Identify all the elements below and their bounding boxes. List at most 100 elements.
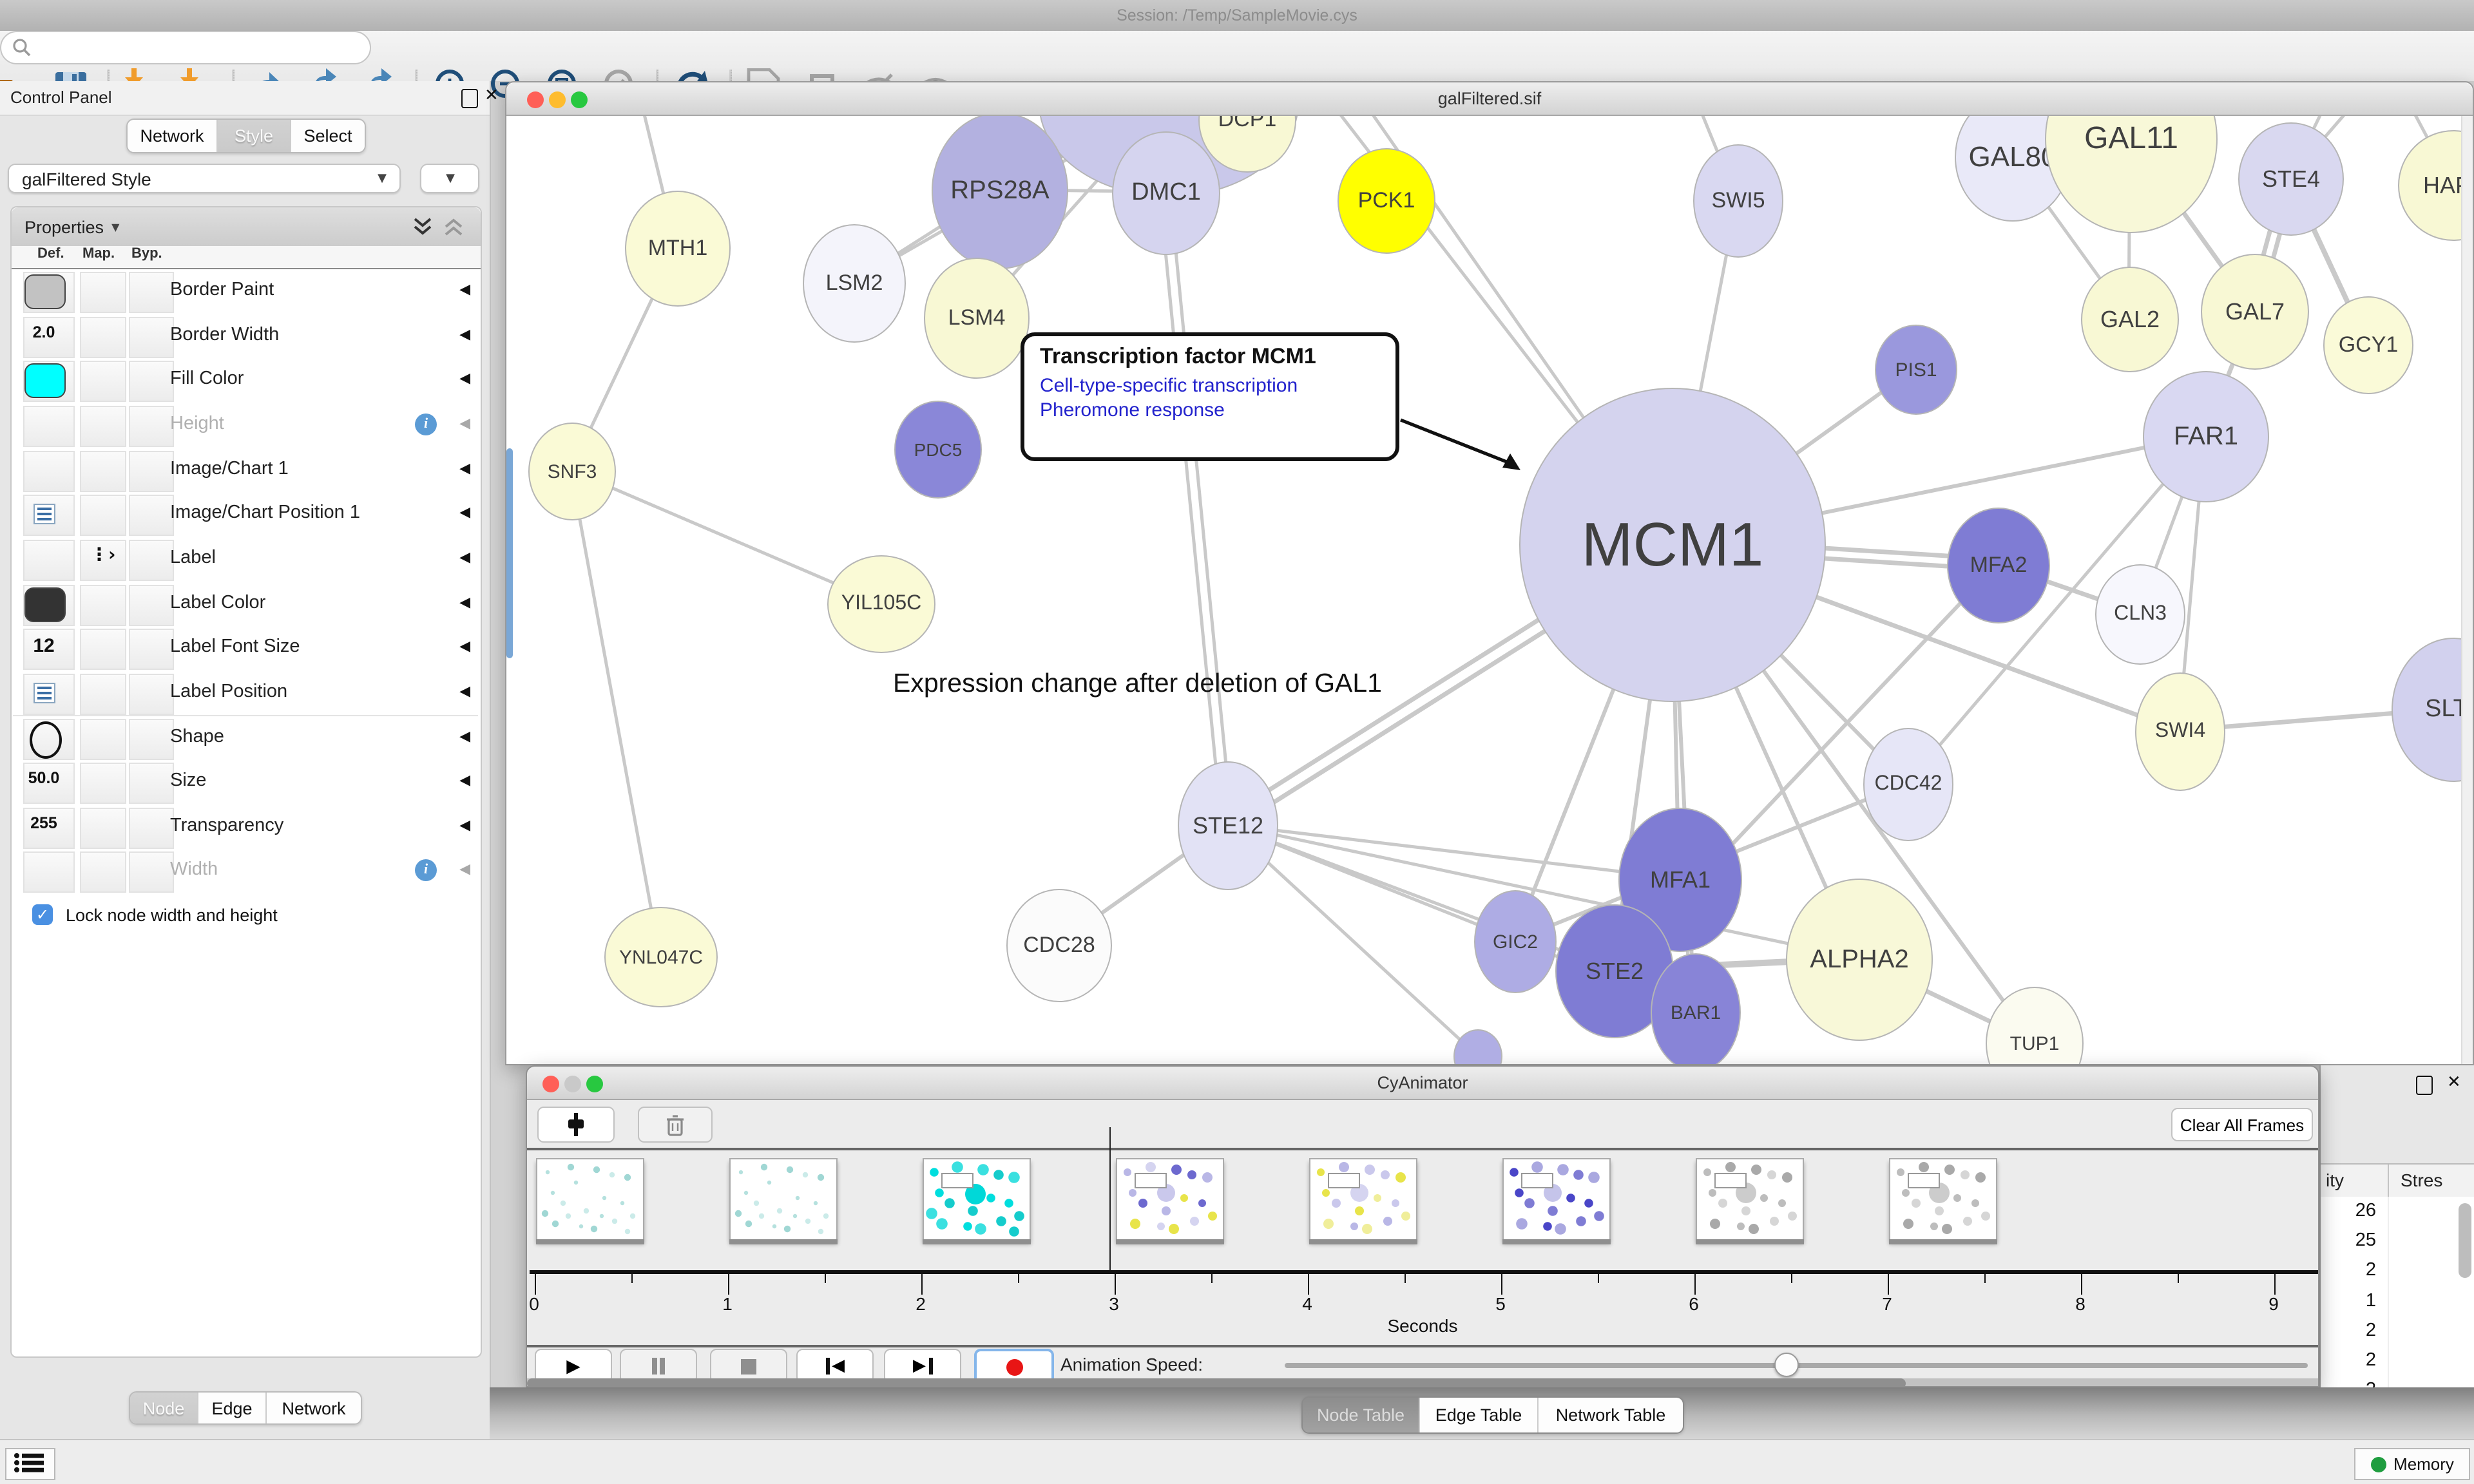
tab-style[interactable]: Style — [218, 120, 291, 152]
tab-edge-table[interactable]: Edge Table — [1420, 1398, 1539, 1432]
position-icon[interactable] — [34, 504, 55, 525]
network-node-SNF3[interactable]: SNF3 — [528, 423, 616, 520]
clear-all-frames-button[interactable]: Clear All Frames — [2171, 1108, 2313, 1141]
network-node-PCK1[interactable]: PCK1 — [1338, 148, 1435, 254]
bypass-cell[interactable] — [129, 272, 174, 313]
mapping-cell[interactable] — [80, 495, 126, 537]
bypass-cell[interactable] — [129, 361, 174, 403]
lock-checkbox[interactable]: ✓ — [32, 904, 53, 925]
network-node-MFA2[interactable]: MFA2 — [1947, 508, 2050, 623]
expand-property-icon[interactable]: ◀ — [459, 861, 470, 878]
expand-property-icon[interactable]: ◀ — [459, 281, 470, 298]
annotation-box[interactable]: Transcription factor MCM1 Cell-type-spec… — [1021, 332, 1399, 461]
bypass-cell[interactable] — [129, 763, 174, 804]
network-node-GIC2[interactable]: GIC2 — [1474, 890, 1557, 993]
tab-network-bottom[interactable]: Network — [267, 1393, 361, 1423]
network-node-YIL105C[interactable]: YIL105C — [827, 555, 935, 653]
tab-node-table[interactable]: Node Table — [1303, 1398, 1420, 1432]
table-scrollbar-thumb[interactable] — [2459, 1203, 2471, 1278]
zoom-traffic-light[interactable] — [571, 91, 588, 108]
expand-property-icon[interactable]: ◀ — [459, 772, 470, 788]
expand-property-icon[interactable]: ◀ — [459, 459, 470, 476]
animation-speed-slider-thumb[interactable] — [1774, 1353, 1799, 1377]
expand-property-icon[interactable]: ◀ — [459, 727, 470, 744]
timeline-playhead[interactable] — [1109, 1127, 1111, 1270]
network-node-RPS28A[interactable]: RPS28A — [932, 112, 1068, 269]
expand-property-icon[interactable]: ◀ — [459, 638, 470, 654]
bypass-cell[interactable] — [129, 316, 174, 357]
tab-network-table[interactable]: Network Table — [1539, 1398, 1683, 1432]
default-value[interactable]: 2.0 — [13, 323, 75, 341]
network-node-CDC42[interactable]: CDC42 — [1863, 728, 1953, 841]
network-node-SWI5[interactable]: SWI5 — [1693, 144, 1783, 258]
expand-property-icon[interactable]: ◀ — [459, 415, 470, 432]
tab-node[interactable]: Node — [130, 1393, 198, 1423]
float-window-icon[interactable] — [2416, 1076, 2433, 1095]
bypass-cell[interactable] — [129, 629, 174, 670]
memory-button[interactable]: Memory — [2354, 1448, 2470, 1480]
bypass-cell[interactable] — [129, 718, 174, 759]
network-node-STE4[interactable]: STE4 — [2238, 122, 2344, 236]
bypass-cell[interactable] — [129, 450, 174, 491]
network-node-ALPHA2[interactable]: ALPHA2 — [1786, 879, 1933, 1041]
search-input[interactable] — [0, 31, 371, 64]
frame-thumbnail-6[interactable] — [1502, 1158, 1610, 1241]
mapping-cell[interactable] — [80, 718, 126, 759]
frame-thumbnail-7[interactable] — [1695, 1158, 1803, 1241]
network-node-PDC5[interactable]: PDC5 — [894, 401, 982, 499]
cyanimator-titlebar[interactable]: CyAnimator — [527, 1067, 2318, 1100]
network-window-titlebar[interactable]: galFiltered.sif — [506, 82, 2473, 116]
expand-property-icon[interactable]: ◀ — [459, 683, 470, 699]
column-header[interactable]: Stres — [2401, 1170, 2442, 1190]
left-scrollbar-thumb[interactable] — [506, 448, 512, 658]
style-selector[interactable]: galFiltered Style ▼ — [8, 164, 401, 193]
network-node-YNL047C[interactable]: YNL047C — [604, 907, 718, 1007]
network-node-DMC1[interactable]: DMC1 — [1112, 131, 1220, 255]
add-frame-button[interactable] — [537, 1107, 615, 1143]
close-traffic-light[interactable] — [542, 1075, 559, 1092]
network-edge[interactable] — [1160, 193, 1222, 825]
info-icon[interactable]: i — [415, 860, 437, 882]
color-swatch[interactable] — [24, 274, 66, 309]
expand-property-icon[interactable]: ◀ — [459, 325, 470, 342]
frame-thumbnail-4[interactable] — [1115, 1158, 1223, 1241]
mapping-cell[interactable] — [80, 629, 126, 670]
mapping-cell[interactable] — [80, 406, 126, 447]
zoom-traffic-light[interactable] — [586, 1075, 603, 1092]
network-edge[interactable] — [1170, 191, 1232, 824]
network-node-SWI4[interactable]: SWI4 — [2135, 672, 2225, 791]
timeline-scrollbar[interactable] — [527, 1378, 2318, 1387]
mapping-cell[interactable] — [80, 808, 126, 849]
close-icon[interactable]: ✕ — [484, 86, 499, 106]
tab-select[interactable]: Select — [291, 120, 365, 152]
default-value[interactable]: 255 — [13, 814, 75, 832]
network-edge[interactable] — [571, 470, 660, 956]
bypass-cell[interactable] — [129, 406, 174, 447]
mapping-cell[interactable] — [80, 674, 126, 715]
minimize-traffic-light[interactable] — [549, 91, 566, 108]
network-caption[interactable]: Expression change after deletion of GAL1 — [893, 669, 1382, 699]
bypass-cell[interactable] — [129, 808, 174, 849]
default-value-cell[interactable] — [23, 450, 75, 491]
default-value-cell[interactable] — [23, 406, 75, 447]
bypass-cell[interactable] — [129, 540, 174, 581]
network-node-MTH1[interactable]: MTH1 — [625, 191, 731, 307]
expand-all-icon[interactable] — [411, 216, 434, 237]
bypass-cell[interactable] — [129, 495, 174, 537]
mapping-icon[interactable]: ⋮› — [90, 545, 116, 566]
mapping-cell[interactable] — [80, 272, 126, 313]
frame-thumbnail-8[interactable] — [1888, 1158, 1997, 1241]
minimize-traffic-light[interactable] — [564, 1075, 581, 1092]
mapping-cell[interactable] — [80, 763, 126, 804]
expand-property-icon[interactable]: ◀ — [459, 817, 470, 833]
close-icon[interactable]: ✕ — [2447, 1073, 2461, 1092]
network-node-FAR1[interactable]: FAR1 — [2143, 371, 2269, 502]
annotation-link[interactable]: Cell-type-specific transcription — [1040, 374, 1380, 398]
style-options-button[interactable]: ▼ — [420, 164, 479, 193]
show-panels-button[interactable] — [5, 1448, 55, 1480]
network-node-BAR1[interactable]: BAR1 — [1651, 953, 1741, 1065]
color-swatch[interactable] — [24, 587, 66, 622]
network-node-GCY1[interactable]: GCY1 — [2323, 296, 2413, 394]
position-icon[interactable] — [34, 683, 55, 703]
float-window-icon[interactable] — [461, 89, 478, 108]
